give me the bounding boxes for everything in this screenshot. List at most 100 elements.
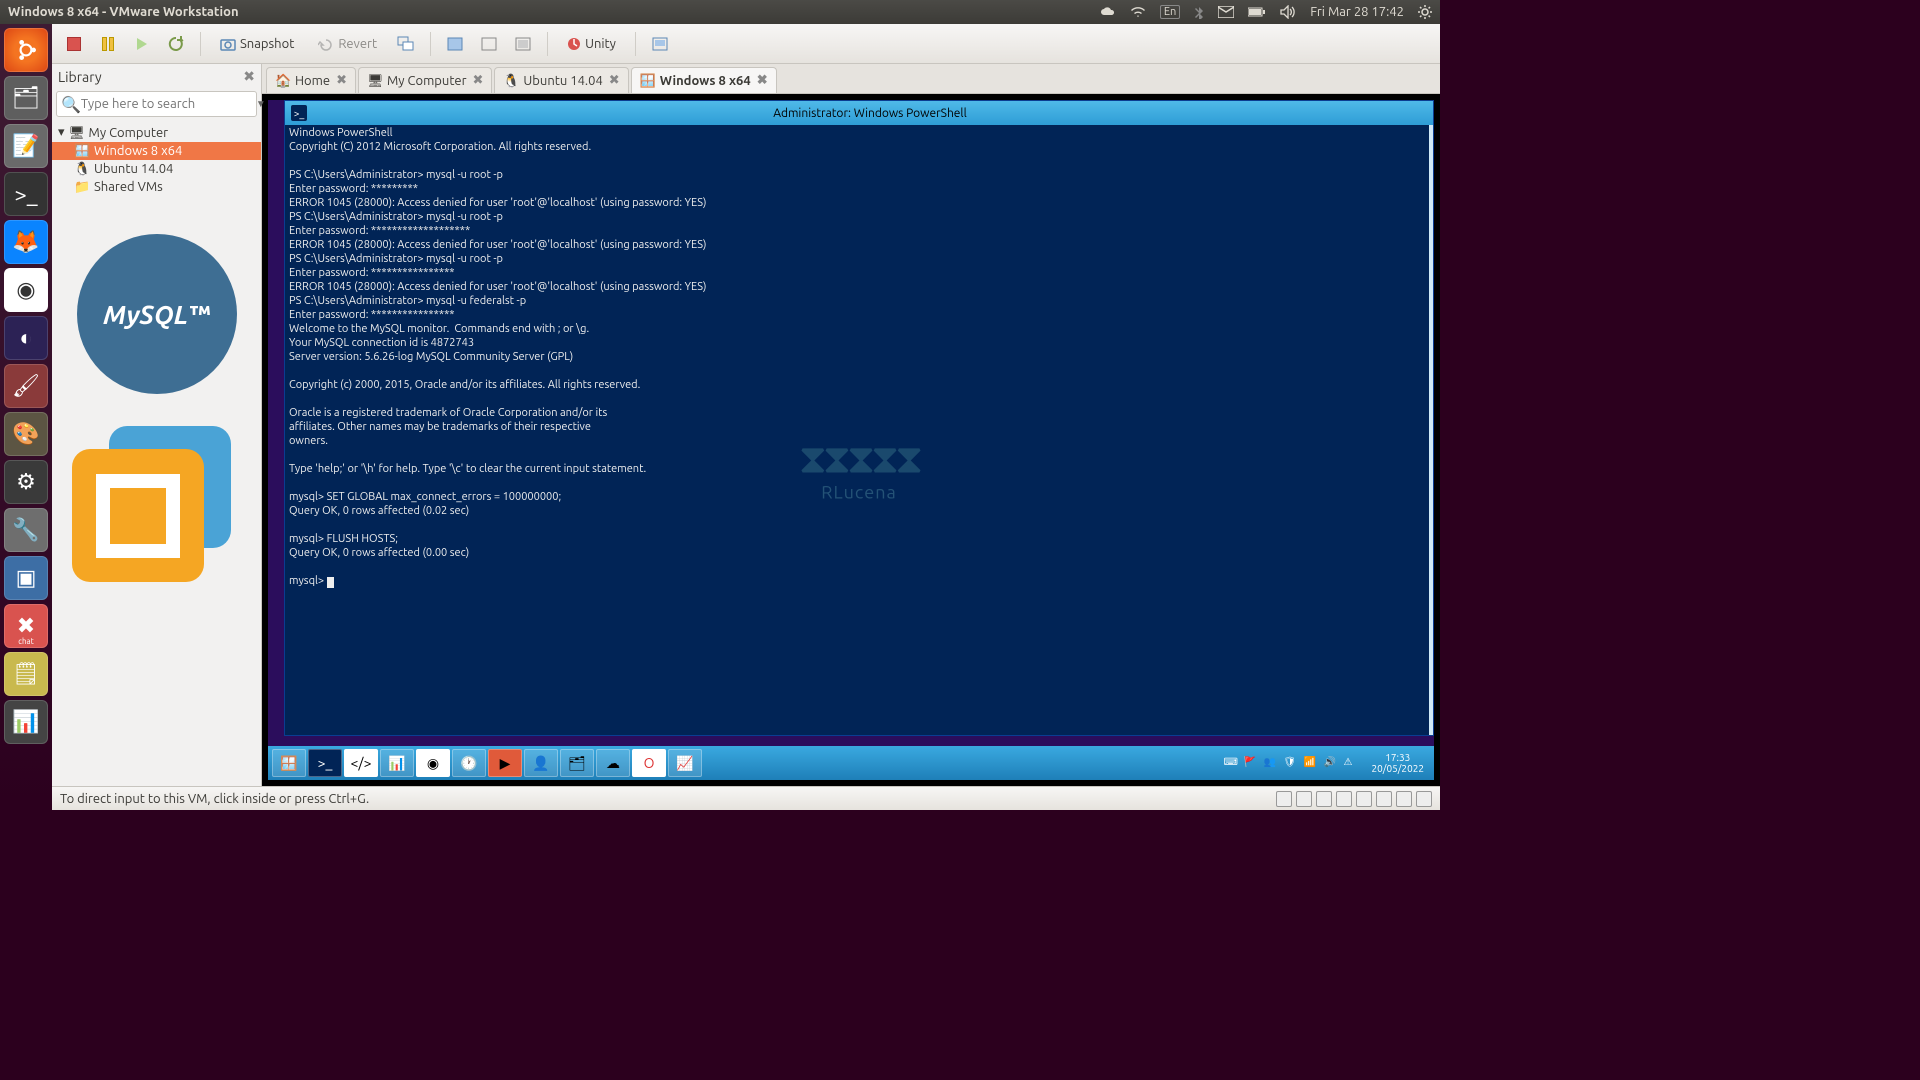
view-multi-button[interactable] [475, 30, 503, 58]
scrollbar[interactable] [1429, 125, 1433, 735]
snapshot-manager-button[interactable] [392, 30, 420, 58]
settings-app-icon[interactable]: ⚙ [4, 460, 48, 504]
clock-text[interactable]: Fri Mar 28 17:42 [1310, 5, 1404, 19]
eclipse-icon[interactable]: ◐ [4, 316, 48, 360]
windows-tray[interactable]: ⌨ 🚩 👥 🛡 📶 🔊 ⚠ [1218, 756, 1364, 770]
suspend-button[interactable] [94, 30, 122, 58]
tray-vol-icon[interactable]: 🔊 [1324, 756, 1338, 770]
tab-close-icon[interactable]: ✖ [473, 73, 484, 88]
unity-button[interactable]: Unity [558, 30, 625, 58]
powershell-console[interactable]: Windows PowerShell Copyright (C) 2012 Mi… [285, 125, 1429, 735]
ubuntu-dash-icon[interactable] [4, 28, 48, 72]
taskbar-app-red[interactable]: ▶ [488, 749, 522, 777]
library-tree: ▾🖥My Computer 🪟Windows 8 x64 🐧Ubuntu 14.… [52, 121, 261, 198]
window-title: Windows 8 x64 - VMware Workstation [8, 5, 1100, 19]
taskbar-app-clock[interactable]: 🕐 [452, 749, 486, 777]
power-off-button[interactable] [60, 30, 88, 58]
mysql-logo: MySQL™ [77, 234, 237, 394]
search-icon: 🔍 [61, 95, 81, 114]
vm-screen[interactable]: >_ Administrator: Windows PowerShell Win… [262, 94, 1440, 786]
ubuntu-menubar: Windows 8 x64 - VMware Workstation En Fr… [0, 0, 1440, 24]
taskbar-app-net[interactable]: 👤 [524, 749, 558, 777]
bluetooth-icon[interactable] [1194, 5, 1204, 19]
chrome-icon[interactable]: ◉ [4, 268, 48, 312]
tab-home[interactable]: 🏠Home✖ [266, 67, 356, 93]
text-editor-icon[interactable]: 📝 [4, 124, 48, 168]
status-cd-icon[interactable] [1296, 791, 1312, 807]
library-title: Library [58, 69, 102, 85]
tray-warn-icon[interactable]: ⚠ [1344, 756, 1358, 770]
system-monitor-icon[interactable]: 📊 [4, 700, 48, 744]
tree-shared-vms[interactable]: 📁Shared VMs [52, 178, 261, 196]
vmware-logo [72, 412, 242, 582]
start-button[interactable]: 🪟 [272, 749, 306, 777]
statusbar-icons [1276, 791, 1432, 807]
gimp-icon[interactable]: 🎨 [4, 412, 48, 456]
system-settings-icon[interactable]: 🔧 [4, 508, 48, 552]
taskbar-app-cloud[interactable]: ☁ [596, 749, 630, 777]
status-floppy-icon[interactable] [1316, 791, 1332, 807]
tree-ubuntu[interactable]: 🐧Ubuntu 14.04 [52, 160, 261, 178]
tab-ubuntu[interactable]: 🐧Ubuntu 14.04✖ [494, 67, 628, 93]
taskbar-app-code[interactable]: </> [344, 749, 378, 777]
language-indicator[interactable]: En [1160, 5, 1180, 19]
tab-close-icon[interactable]: ✖ [336, 73, 347, 88]
volume-icon[interactable] [1280, 5, 1296, 19]
unity-launcher: 🗂 📝 >_ 🦊 ◉ ◐ 🖌 🎨 ⚙ 🔧 ▣ ✖chat 🗒 📊 [0, 24, 52, 810]
tray-user-icon[interactable]: 👥 [1264, 756, 1278, 770]
restart-button[interactable] [162, 30, 190, 58]
tree-windows8[interactable]: 🪟Windows 8 x64 [52, 142, 261, 160]
battery-icon[interactable] [1248, 7, 1266, 17]
snapshot-button[interactable]: Snapshot [211, 30, 303, 58]
view-fullscreen-button[interactable] [509, 30, 537, 58]
tree-my-computer[interactable]: ▾🖥My Computer [52, 123, 261, 142]
taskbar-app-files[interactable]: 🗂 [560, 749, 594, 777]
files-icon[interactable]: 🗂 [4, 76, 48, 120]
taskbar-app-note[interactable]: 📈 [668, 749, 702, 777]
view-console-button[interactable] [646, 30, 674, 58]
tray-shield-icon[interactable]: 🛡 [1284, 756, 1298, 770]
vm-area: 🏠Home✖ 🖥My Computer✖ 🐧Ubuntu 14.04✖ 🪟Win… [262, 64, 1440, 786]
library-search[interactable]: 🔍 ▼ [56, 91, 257, 117]
taskbar-chrome[interactable]: ◉ [416, 749, 450, 777]
vmware-launcher-icon[interactable]: ▣ [4, 556, 48, 600]
gear-icon[interactable] [1418, 5, 1432, 19]
tools-icon[interactable]: 🖌 [4, 364, 48, 408]
tray-flag-icon[interactable]: 🚩 [1244, 756, 1258, 770]
mail-icon[interactable] [1218, 6, 1234, 18]
notes-icon[interactable]: 🗒 [4, 652, 48, 696]
taskbar-powershell[interactable]: >_ [308, 749, 342, 777]
library-search-input[interactable] [81, 97, 252, 111]
windows-clock[interactable]: 17:33 20/05/2022 [1366, 752, 1430, 774]
tray-net-icon[interactable]: 📶 [1304, 756, 1318, 770]
taskbar-app-chart[interactable]: 📊 [380, 749, 414, 777]
tab-close-icon[interactable]: ✖ [757, 73, 768, 88]
status-net-icon[interactable] [1336, 791, 1352, 807]
vmware-toolbar: Snapshot Revert Unity [52, 24, 1440, 64]
status-usb-icon[interactable] [1356, 791, 1372, 807]
status-print-icon[interactable] [1396, 791, 1412, 807]
status-sound-icon[interactable] [1376, 791, 1392, 807]
view-single-button[interactable] [441, 30, 469, 58]
library-close-icon[interactable]: ✖ [243, 68, 255, 85]
cloud-icon[interactable] [1100, 5, 1116, 19]
powershell-icon: >_ [291, 105, 307, 121]
powershell-title-text: Administrator: Windows PowerShell [313, 107, 1427, 120]
tab-close-icon[interactable]: ✖ [609, 73, 620, 88]
powershell-window[interactable]: >_ Administrator: Windows PowerShell Win… [284, 100, 1434, 736]
status-display-icon[interactable] [1416, 791, 1432, 807]
firefox-icon[interactable]: 🦊 [4, 220, 48, 264]
revert-button[interactable]: Revert [309, 30, 386, 58]
terminal-icon[interactable]: >_ [4, 172, 48, 216]
xchat-icon[interactable]: ✖chat [4, 604, 48, 648]
status-hd-icon[interactable] [1276, 791, 1292, 807]
wifi-icon[interactable] [1130, 5, 1146, 19]
keyboard-icon[interactable]: ⌨ [1224, 756, 1238, 770]
tab-mycomputer[interactable]: 🖥My Computer✖ [358, 67, 492, 93]
windows8-desktop[interactable]: >_ Administrator: Windows PowerShell Win… [268, 100, 1434, 780]
play-button[interactable] [128, 30, 156, 58]
statusbar-hint: To direct input to this VM, click inside… [60, 792, 369, 806]
taskbar-app-opera[interactable]: O [632, 749, 666, 777]
powershell-titlebar[interactable]: >_ Administrator: Windows PowerShell [285, 101, 1433, 125]
tab-windows8[interactable]: 🪟Windows 8 x64✖ [631, 67, 777, 93]
